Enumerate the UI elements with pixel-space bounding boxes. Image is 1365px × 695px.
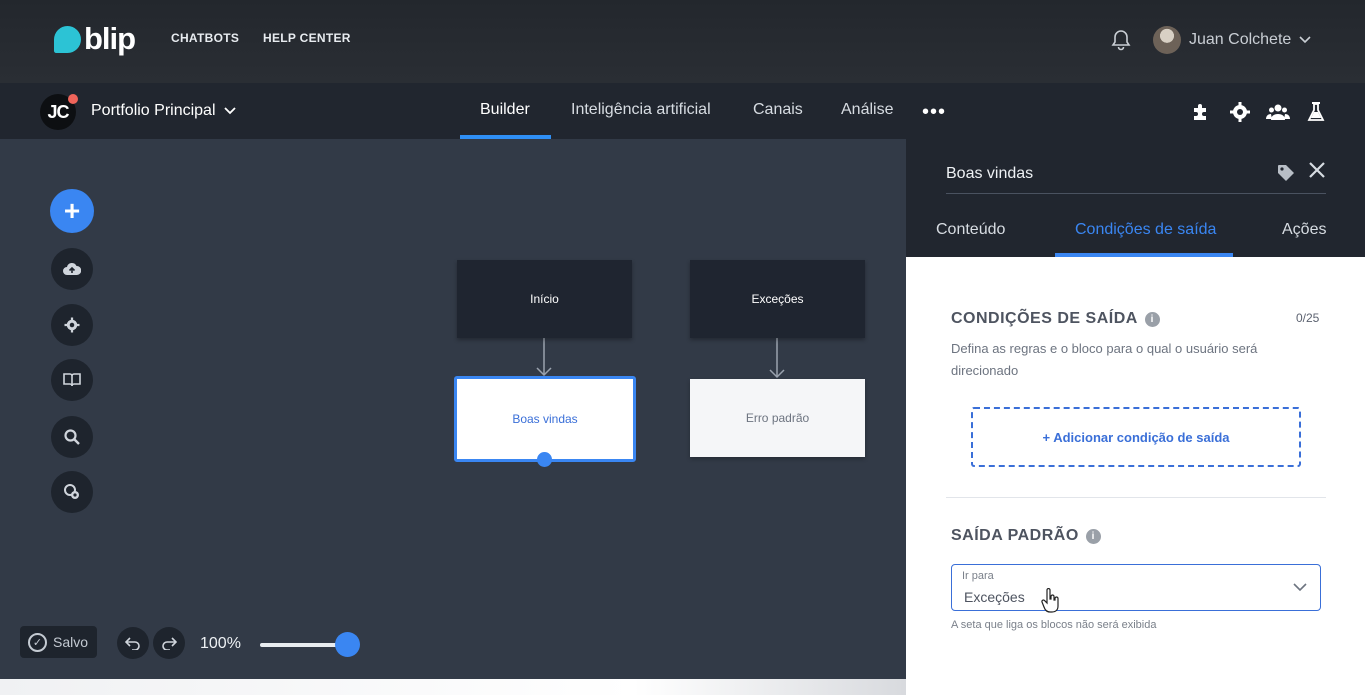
redo-icon [162,637,177,650]
tab-canais[interactable]: Canais [753,101,803,119]
exit-conditions-heading: CONDIÇÕES DE SAÍDA i [951,310,1160,328]
block-label: Início [530,292,559,306]
zoom-slider[interactable] [260,643,346,647]
select-label: Ir para [962,570,994,582]
portfolio-name: Portfolio Principal [91,102,216,119]
extensions-puzzle-icon[interactable] [1190,100,1214,124]
select-value: Exceções [964,589,1025,605]
tab-conteudo[interactable]: Conteúdo [936,221,1005,239]
gear-icon[interactable] [1228,100,1252,124]
hand-cursor-icon [1041,588,1059,613]
portfolio-selector[interactable]: Portfolio Principal [91,102,236,120]
select-hint: A seta que liga os blocos não será exibi… [951,619,1157,631]
builder-nav-bar: JC Portfolio Principal Builder Inteligên… [0,83,1365,139]
panel-header: Boas vindas Conteúdo Condições de saída … [906,139,1365,257]
info-icon[interactable]: i [1144,311,1160,327]
blip-logo[interactable]: blip [54,21,136,56]
chevron-down-icon [1293,583,1307,592]
block-label: Boas vindas [512,412,578,426]
exit-conditions-description: Defina as regras e o bloco para o qual o… [951,341,1258,378]
top-bar: blip CHATBOTS HELP CENTER Juan Colchete [0,0,1365,83]
more-menu-icon[interactable]: ••• [922,101,946,124]
zoom-level: 100% [200,635,241,652]
tab-analise[interactable]: Análise [841,101,893,119]
notification-dot [68,94,78,104]
user-menu[interactable]: Juan Colchete [1153,26,1311,54]
bottom-strip [0,679,906,695]
beta-flask-icon[interactable] [1304,100,1328,124]
tab-acoes[interactable]: Ações [1282,221,1326,239]
block-label: Exceções [751,292,804,306]
default-exit-heading: SAÍDA PADRÃO i [951,527,1101,545]
chevron-down-icon [224,107,236,115]
team-icon[interactable] [1266,100,1290,124]
nav-help-center[interactable]: HELP CENTER [263,31,351,45]
connection-handle[interactable] [537,452,552,467]
logo-bubble-icon [54,25,81,53]
block-excecoes[interactable]: Exceções [690,260,865,338]
block-erro-padrao[interactable]: Erro padrão [690,379,865,457]
block-inicio[interactable]: Início [457,260,632,338]
tab-condicoes-de-saida[interactable]: Condições de saída [1075,221,1216,239]
undo-icon [125,637,140,650]
panel-title[interactable]: Boas vindas [946,165,1033,183]
user-avatar [1153,26,1181,54]
bell-icon[interactable] [1109,28,1133,52]
block-label: Erro padrão [745,411,810,425]
block-properties-panel: Boas vindas Conteúdo Condições de saída … [906,139,1365,695]
check-circle-icon: ✓ [28,632,47,652]
add-exit-condition-button[interactable]: + Adicionar condição de saída [971,407,1301,467]
info-icon[interactable]: i [1085,528,1101,544]
add-exit-condition-label: + Adicionar condição de saída [1042,429,1230,445]
nav-chatbots[interactable]: CHATBOTS [171,31,239,45]
block-boas-vindas[interactable]: Boas vindas [454,376,636,462]
saved-status: ✓ Salvo [20,626,97,658]
tab-builder[interactable]: Builder [480,101,530,119]
flow-canvas[interactable]: + Início Exceções Boas vindas Erro padrã… [0,139,906,679]
title-underline [946,193,1326,194]
active-panel-tab-indicator [1055,253,1233,257]
undo-button[interactable] [117,627,149,659]
redo-button[interactable] [153,627,185,659]
user-name: Juan Colchete [1189,31,1292,48]
exit-conditions-counter: 0/25 [1296,311,1320,325]
zoom-slider-handle[interactable] [335,632,360,657]
goto-block-select[interactable]: Ir para Exceções [951,564,1321,611]
tab-inteligencia-artificial[interactable]: Inteligência artificial [571,101,711,119]
tag-icon[interactable] [1276,163,1296,183]
close-icon[interactable] [1308,161,1326,179]
section-divider [946,497,1326,498]
chevron-down-icon [1299,36,1311,44]
logo-text: blip [84,21,136,56]
exit-conditions-title: CONDIÇÕES DE SAÍDA [951,310,1138,327]
default-exit-title: SAÍDA PADRÃO [951,527,1079,544]
saved-label: Salvo [53,634,89,650]
